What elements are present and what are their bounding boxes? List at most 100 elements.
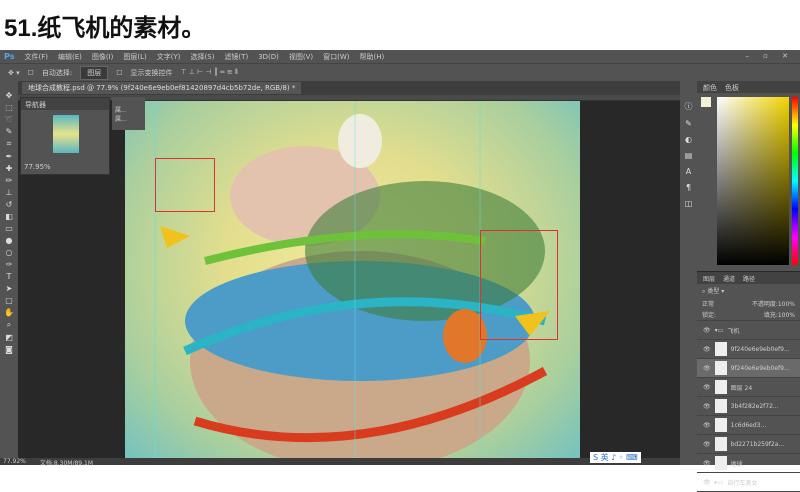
layer-thumbnail bbox=[714, 437, 727, 451]
eye-icon[interactable]: 👁 bbox=[703, 441, 711, 448]
layer-row[interactable]: 👁 bd2271b259f2a... bbox=[697, 435, 800, 454]
eye-icon[interactable]: 👁 bbox=[703, 479, 711, 486]
status-bar: 77.92% 文档:8.30M/89.1M bbox=[0, 458, 680, 467]
layer-row[interactable]: 👁 1c6d6ed3... bbox=[697, 416, 800, 435]
wand-tool-icon[interactable]: ✎ bbox=[6, 127, 13, 136]
eyedropper-tool-icon[interactable]: ✒ bbox=[6, 152, 13, 161]
tab-paths[interactable]: 路径 bbox=[743, 274, 755, 283]
quickmask-icon[interactable]: ◙ bbox=[5, 345, 13, 354]
tab-layers[interactable]: 图层 bbox=[703, 274, 715, 283]
marquee-tool-icon[interactable]: ⬚ bbox=[5, 103, 13, 112]
eye-icon[interactable]: 👁 bbox=[703, 384, 711, 391]
layer-row-selected[interactable]: 👁 9f240e6e9eb0ef9... bbox=[697, 359, 800, 378]
pen-tool-icon[interactable]: ✑ bbox=[6, 260, 13, 269]
hand-tool-icon[interactable]: ✋ bbox=[4, 308, 14, 317]
layer-row[interactable]: 👁 9f240e6e9eb0ef9... bbox=[697, 340, 800, 359]
layer-group-row[interactable]: 👁 ▸▭ 自行车美女 bbox=[697, 473, 800, 492]
blur-tool-icon[interactable]: ● bbox=[6, 236, 13, 245]
fill-label: 填充: bbox=[763, 312, 778, 319]
status-doc-size: 文档:8.30M/89.1M bbox=[39, 460, 94, 467]
menu-help[interactable]: 帮助(H) bbox=[360, 52, 385, 62]
layer-name: 地球 bbox=[730, 460, 743, 468]
color-panel: 颜色 色板 bbox=[697, 81, 800, 271]
color-picker-field[interactable] bbox=[717, 97, 789, 265]
navigator-panel: 导航器 77.95% bbox=[20, 97, 110, 175]
menu-image[interactable]: 图像(I) bbox=[92, 52, 114, 62]
eraser-tool-icon[interactable]: ◧ bbox=[5, 212, 13, 221]
document-tab[interactable]: 地球合成教程.psd @ 77.9% (9f240e6e9eb0ef814208… bbox=[22, 82, 302, 94]
brush-panel-icon[interactable]: ✎ bbox=[685, 119, 692, 128]
hue-slider[interactable] bbox=[792, 97, 798, 265]
navigator-thumbnail[interactable] bbox=[53, 115, 79, 153]
dodge-tool-icon[interactable]: ○ bbox=[6, 248, 13, 257]
kind-filter[interactable]: ⌕ 类型 ▾ bbox=[697, 284, 800, 298]
styles-icon[interactable]: ▤ bbox=[685, 151, 693, 160]
layer-row[interactable]: 👁 3b4f282e2f72... bbox=[697, 397, 800, 416]
menu-filter[interactable]: 滤镜(T) bbox=[224, 52, 248, 62]
char-icon[interactable]: A bbox=[686, 167, 691, 176]
menu-window[interactable]: 窗口(W) bbox=[323, 52, 349, 62]
move-tool-icon[interactable]: ✥ bbox=[6, 91, 13, 100]
tab-channels[interactable]: 通道 bbox=[723, 274, 735, 283]
layer-name: 图层 24 bbox=[730, 384, 753, 392]
menu-file[interactable]: 文件(F) bbox=[24, 52, 48, 62]
navigator-zoom[interactable]: 77.95% bbox=[24, 163, 51, 171]
layer-group-row[interactable]: 👁 ▾▭ 飞机 bbox=[697, 321, 800, 340]
eye-icon[interactable]: 👁 bbox=[703, 327, 711, 334]
panel-icon-strip: ⓘ ✎ ◐ ▤ A ¶ ◫ bbox=[680, 81, 697, 465]
auto-select-dropdown[interactable]: 图层 bbox=[80, 65, 109, 80]
blend-mode-select[interactable]: 正常 bbox=[702, 299, 714, 308]
show-transform-checkbox[interactable]: ☐ bbox=[116, 69, 122, 77]
eye-icon[interactable]: 👁 bbox=[703, 422, 711, 429]
move-tool-icon[interactable]: ✥ ▾ bbox=[8, 69, 20, 77]
menu-edit[interactable]: 编辑(E) bbox=[58, 52, 82, 62]
tab-color[interactable]: 颜色 bbox=[703, 83, 717, 92]
menu-layer[interactable]: 图层(L) bbox=[123, 52, 146, 62]
eye-icon[interactable]: 👁 bbox=[703, 403, 711, 410]
mini-item-2[interactable]: 属... bbox=[115, 114, 142, 123]
stamp-tool-icon[interactable]: ⊥ bbox=[6, 188, 13, 197]
history-icon[interactable]: ⓘ bbox=[685, 101, 693, 112]
layer-thumbnail bbox=[714, 361, 727, 375]
layer-name: bd2271b259f2a... bbox=[730, 440, 785, 448]
opacity-value[interactable]: 100% bbox=[778, 301, 795, 308]
gradient-tool-icon[interactable]: ▭ bbox=[5, 224, 13, 233]
mini-item-1[interactable]: 属... bbox=[115, 105, 142, 114]
lasso-tool-icon[interactable]: ➰ bbox=[4, 115, 14, 124]
options-bar: ✥ ▾ ☐ 自动选择: 图层 ☐ 显示变换控件 ⊤ ⊥ ⊢ ⊣ ║ ═ ≡ ⫴ bbox=[0, 63, 800, 81]
para-icon[interactable]: ¶ bbox=[686, 183, 691, 192]
menu-bar: Ps 文件(F) 编辑(E) 图像(I) 图层(L) 文字(Y) 选择(S) 滤… bbox=[0, 50, 800, 63]
layer-row[interactable]: 👁 图层 24 bbox=[697, 378, 800, 397]
foreground-color-swatch[interactable] bbox=[701, 97, 711, 107]
adjust-icon[interactable]: ◐ bbox=[685, 135, 692, 144]
ime-toolbar[interactable]: S 英 ♪ ◦ ⌨ bbox=[590, 452, 641, 463]
align-icons[interactable]: ⊤ ⊥ ⊢ ⊣ ║ ═ ≡ ⫴ bbox=[181, 68, 238, 77]
eye-icon[interactable]: 👁 bbox=[703, 365, 711, 372]
window-controls[interactable]: – ▫ ✕ bbox=[745, 52, 794, 60]
eye-icon[interactable]: 👁 bbox=[703, 460, 711, 467]
layer-name: 飞机 bbox=[727, 327, 740, 335]
layer-row[interactable]: 👁 地球 bbox=[697, 454, 800, 473]
path-select-icon[interactable]: ➤ bbox=[6, 284, 13, 293]
layer-name: 9f240e6e9eb0ef9... bbox=[730, 345, 790, 353]
fill-value[interactable]: 100% bbox=[778, 312, 795, 319]
tab-swatches[interactable]: 色板 bbox=[725, 83, 739, 92]
zoom-tool-icon[interactable]: ⌕ bbox=[7, 320, 11, 330]
shape-tool-icon[interactable]: ▢ bbox=[5, 296, 13, 305]
menu-type[interactable]: 文字(Y) bbox=[157, 52, 181, 62]
menu-select[interactable]: 选择(S) bbox=[191, 52, 215, 62]
selection-box-plane-2 bbox=[480, 230, 558, 340]
menu-3d[interactable]: 3D(D) bbox=[258, 53, 279, 61]
status-zoom[interactable]: 77.92% bbox=[3, 458, 26, 465]
history-brush-icon[interactable]: ↺ bbox=[6, 200, 13, 209]
color-swatches-icon[interactable]: ◩ bbox=[5, 333, 13, 342]
menu-view[interactable]: 视图(V) bbox=[289, 52, 313, 62]
brush-tool-icon[interactable]: ✏ bbox=[6, 176, 13, 185]
eye-icon[interactable]: 👁 bbox=[703, 346, 711, 353]
crop-tool-icon[interactable]: ⌗ bbox=[7, 139, 12, 149]
type-tool-icon[interactable]: T bbox=[7, 272, 12, 281]
layers-icon[interactable]: ◫ bbox=[685, 199, 693, 208]
heal-tool-icon[interactable]: ✚ bbox=[6, 164, 13, 173]
navigator-title: 导航器 bbox=[21, 98, 109, 110]
auto-select-checkbox[interactable]: ☐ bbox=[28, 69, 34, 77]
